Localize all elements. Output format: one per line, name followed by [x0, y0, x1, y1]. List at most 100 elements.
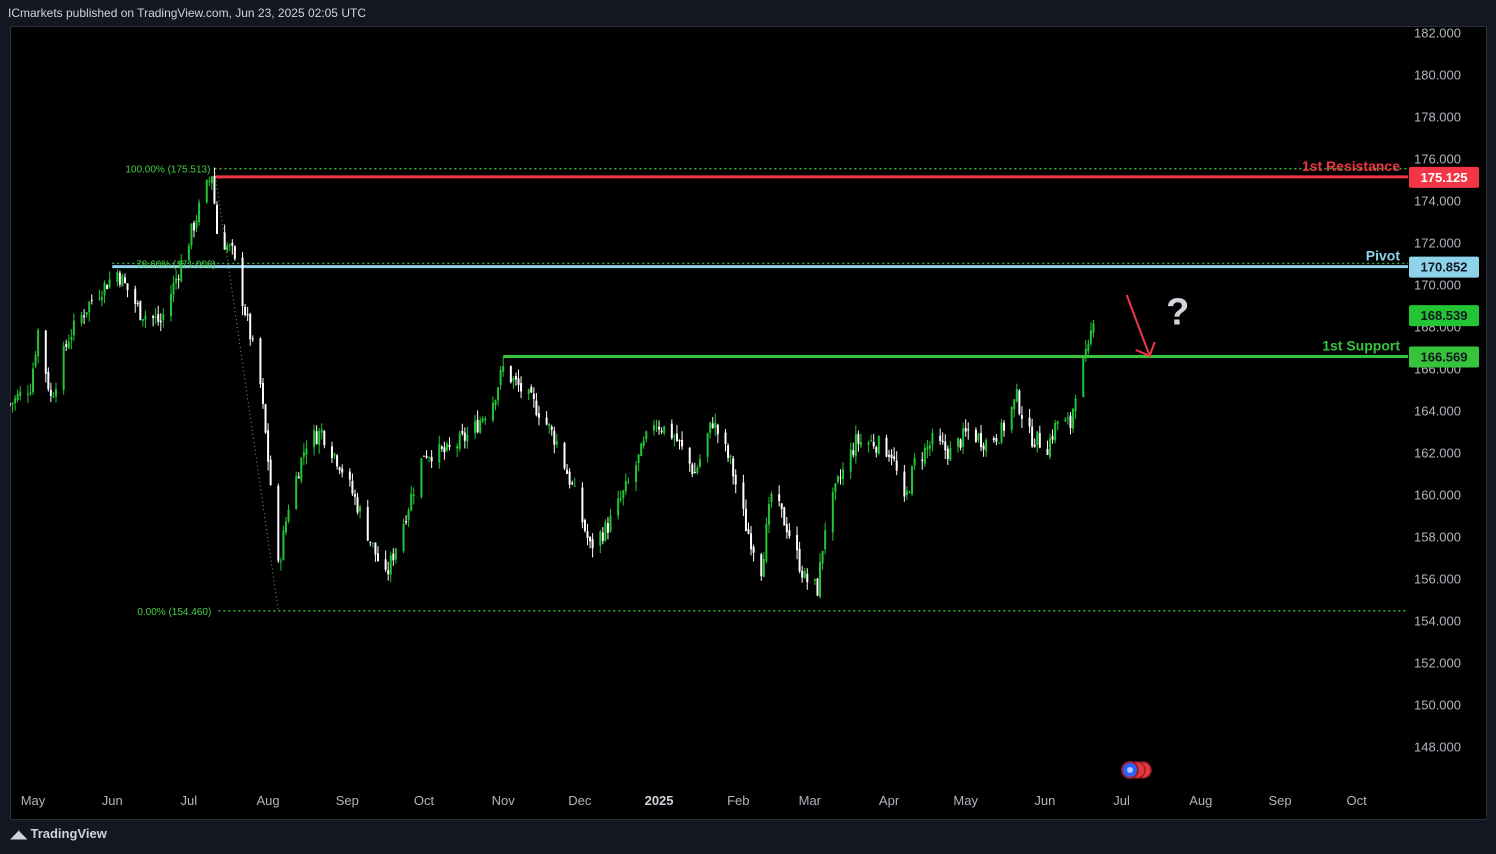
candle-body [70, 337, 73, 341]
candle-body [284, 521, 287, 533]
tradingview-logo[interactable]: ◢◣ TradingView [10, 826, 107, 841]
candle-body [727, 445, 730, 458]
candle-body [545, 417, 548, 425]
candle-body [819, 561, 822, 597]
candle-body [931, 433, 934, 445]
candle-body [208, 180, 211, 182]
candle-body [780, 503, 783, 509]
candle-body [356, 496, 359, 513]
candle-body [1033, 444, 1036, 447]
candle-body [619, 498, 622, 500]
candle-body [443, 447, 446, 453]
y-tick-label: 182.000 [1414, 26, 1461, 41]
candle-body [341, 468, 344, 473]
price-chart[interactable]: 100.00% (175.513) 78.60% (171.008) 0.00% (… [10, 26, 1485, 818]
candle-body [946, 448, 949, 459]
candle-body [26, 393, 29, 395]
candle-body [336, 455, 339, 467]
last-price-tag: 168.539 [1421, 308, 1468, 323]
candle-body [706, 433, 709, 457]
candle-body [974, 429, 977, 442]
candle-body [198, 202, 201, 223]
candle-body [509, 366, 512, 383]
candle-body [154, 316, 157, 318]
candle-body [497, 387, 500, 401]
candle-body [527, 389, 530, 395]
x-tick-label: Sep [336, 793, 359, 808]
candle-body [422, 455, 425, 457]
candle-body [959, 439, 962, 448]
candle-body [783, 507, 786, 526]
candle-body [617, 498, 620, 516]
candle-body [1069, 415, 1072, 428]
candle-body [282, 530, 285, 561]
candle-body [744, 508, 747, 532]
candle-body [83, 315, 86, 318]
candle-body [724, 432, 727, 444]
candle-body [19, 391, 22, 396]
candle-body [681, 440, 684, 447]
candle-body [371, 542, 374, 544]
candle-body [905, 490, 908, 496]
candle-body [604, 522, 607, 541]
candle-body [691, 464, 694, 475]
candle-body [1018, 390, 1021, 414]
candle-body [425, 456, 428, 458]
candle-body [394, 548, 397, 560]
candle-body [279, 560, 282, 562]
candle-body [583, 520, 586, 531]
candle-body [512, 377, 515, 382]
candle-body [121, 275, 124, 287]
candle-body [241, 257, 244, 307]
y-axis[interactable]: 182.000 180.000 178.000 176.000 174.000 172.0… [1414, 26, 1461, 755]
candle-body [806, 573, 809, 583]
candle-body [215, 204, 218, 234]
candle-body [474, 421, 477, 434]
candle-body [624, 481, 627, 492]
x-tick-label: Nov [492, 793, 516, 808]
candle-body [890, 454, 893, 459]
candle-body [90, 299, 93, 301]
candle-body [1054, 422, 1057, 441]
candle-body [696, 467, 699, 474]
candle-body [980, 433, 983, 448]
candle-body [571, 482, 574, 485]
candle-body [389, 555, 392, 575]
candle-body [537, 413, 540, 418]
candle-body [175, 278, 178, 283]
x-axis[interactable]: May Jun Jul Aug Sep Oct Nov Dec 2025 Feb Mar Apr May… [21, 793, 1367, 808]
candle-body [893, 456, 896, 460]
candle-body [977, 433, 980, 441]
candle-body [645, 431, 648, 440]
candle-body [1084, 348, 1087, 359]
x-tick-label: Mar [799, 793, 822, 808]
down-arrow-shaft [1125, 294, 1151, 357]
candle-body [37, 329, 40, 357]
candle-body [369, 541, 372, 543]
candle-body [716, 424, 719, 435]
candle-body [1036, 431, 1039, 445]
candle-body [852, 450, 855, 455]
candle-body [123, 277, 126, 283]
candle-body [295, 476, 298, 510]
candle-body [267, 430, 270, 462]
candle-body [908, 492, 911, 494]
candle-body [320, 429, 323, 433]
candle-body [159, 320, 162, 323]
candle-body [233, 246, 236, 259]
y-tick-label: 174.000 [1414, 194, 1461, 209]
candle-body [885, 437, 888, 457]
candle-body [134, 288, 137, 304]
candle-body [407, 509, 410, 521]
candle-body [72, 320, 75, 336]
events-indicator[interactable] [1121, 761, 1152, 779]
candle-body [162, 314, 165, 320]
y-tick-label: 164.000 [1414, 404, 1461, 419]
candle-body [821, 550, 824, 564]
candle-body [466, 434, 469, 442]
candle-body [1003, 422, 1006, 431]
publisher-header: ICmarkets published on TradingView.com, … [8, 6, 366, 20]
x-tick-label: May [953, 793, 978, 808]
candle-body [714, 422, 717, 428]
candle-body [351, 480, 354, 494]
